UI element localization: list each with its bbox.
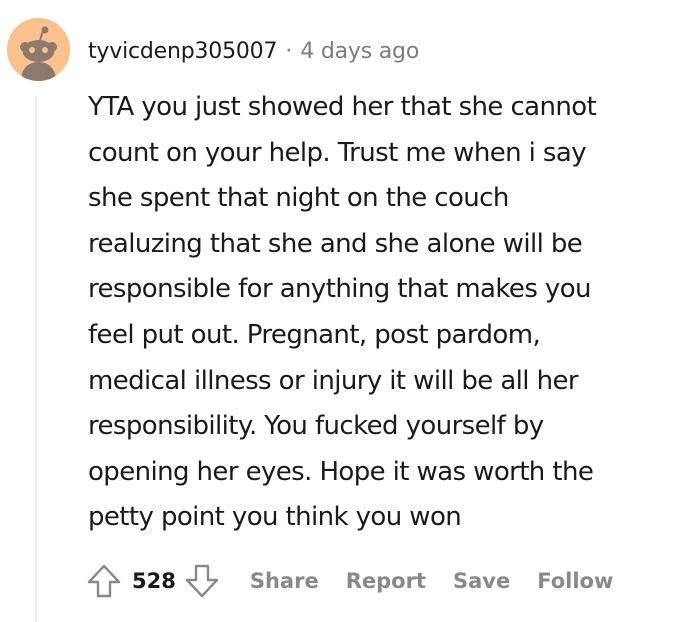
comment-body: YTA you just showed her that she cannot …: [88, 85, 688, 541]
share-button[interactable]: Share: [250, 569, 319, 593]
vote-score: 528: [132, 569, 176, 593]
comment-body-line: count on your help. Trust me when i say: [88, 137, 587, 168]
comment-body-line: realuzing that she and she alone will be: [88, 228, 583, 259]
follow-button[interactable]: Follow: [537, 569, 613, 593]
save-button[interactable]: Save: [453, 569, 510, 593]
comment-timestamp[interactable]: 4 days ago: [300, 39, 419, 64]
comment-body-line: medical illness or injury it will be all…: [88, 365, 579, 396]
avatar[interactable]: [7, 18, 70, 81]
upvote-button[interactable]: [82, 559, 126, 603]
comment-body-line: opening her eyes. Hope it was worth the: [88, 456, 594, 487]
thread-line[interactable]: [35, 96, 37, 622]
comment-header: tyvicdenp305007 · 4 days ago: [88, 34, 419, 68]
downvote-arrow-icon: [185, 564, 219, 598]
downvote-button[interactable]: [180, 559, 224, 603]
comment-author[interactable]: tyvicdenp305007: [88, 39, 277, 64]
comment-body-line: feel put out. Pregnant, post pardom,: [88, 319, 541, 350]
comment-body-line: responsibility. You fucked yourself by: [88, 411, 544, 442]
upvote-arrow-icon: [87, 564, 121, 598]
snoo-avatar-icon: [7, 18, 70, 81]
report-button[interactable]: Report: [346, 569, 426, 593]
comment-action-bar: 528 Share Report Save Follow: [82, 558, 613, 604]
comment-body-line: YTA you just showed her that she cannot: [88, 92, 597, 122]
comment-body-line: responsible for anything that makes you: [88, 274, 592, 305]
comment-body-line: petty point you think you won: [88, 502, 462, 533]
comment-body-line: she spent that night on the couch: [88, 183, 509, 214]
header-separator: ·: [285, 38, 293, 64]
